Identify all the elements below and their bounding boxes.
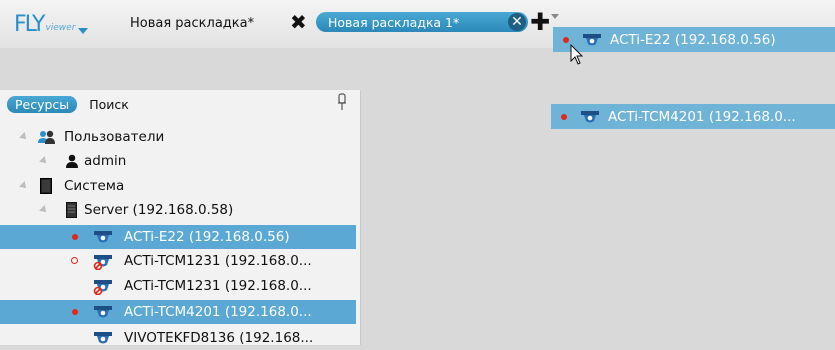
expand-arrow-icon[interactable]: [19, 132, 29, 142]
expand-arrow-icon[interactable]: [19, 181, 29, 191]
tree-item-camera[interactable]: ACTi-TCM1231 (192.168.0...: [0, 274, 356, 298]
tree-item-camera[interactable]: ACTi-E22 (192.168.0.56): [0, 225, 356, 249]
tab-resources[interactable]: Ресурсы: [7, 95, 78, 113]
drag-item[interactable]: ACTi-TCM4201 (192.168.0...: [551, 104, 835, 129]
tree-item-users[interactable]: Пользователи: [0, 125, 356, 149]
drag-item[interactable]: ACTi-E22 (192.168.0.56): [553, 27, 835, 52]
drag-item-label: ACTi-E22 (192.168.0.56): [610, 31, 776, 48]
tree-item-camera[interactable]: ACTi-TCM1231 (192.168.0...: [0, 249, 356, 273]
tree-item-camera[interactable]: VIVOTEKFD8136 (192.168...: [0, 326, 356, 350]
expand-arrow-icon[interactable]: [39, 205, 49, 215]
tree-item-admin[interactable]: admin: [0, 149, 356, 173]
tree-item-label: ACTi-TCM1231 (192.168.0...: [124, 253, 312, 269]
tab-search[interactable]: Поиск: [89, 97, 129, 112]
tree-item-camera[interactable]: ACTi-TCM4201 (192.168.0...: [0, 300, 356, 324]
mouse-cursor-icon: [570, 44, 584, 65]
recording-indicator: [563, 36, 569, 43]
user-icon: [66, 154, 78, 168]
logo-text: FLY: [14, 12, 45, 37]
tab-label: Новая раскладка 1*: [328, 14, 460, 30]
logo-subtext: viewer: [45, 23, 76, 33]
camera-offline-icon: [93, 255, 112, 270]
pin-icon[interactable]: [337, 93, 347, 111]
tree-item-label: Пользователи: [64, 129, 165, 145]
recording-indicator: [72, 309, 78, 315]
camera-icon: [94, 332, 112, 344]
chevron-down-icon[interactable]: [78, 28, 89, 34]
tree-item-label: VIVOTEKFD8136 (192.168...: [124, 330, 314, 346]
chevron-down-icon[interactable]: [551, 14, 559, 19]
tab-layout-2[interactable]: Новая раскладка 1* ✕: [316, 12, 528, 32]
tree-item-label: ACTi-E22 (192.168.0.56): [124, 229, 290, 245]
close-icon[interactable]: ✕: [508, 13, 526, 31]
tree-item-label: Server (192.168.0.58): [84, 202, 234, 218]
recording-indicator: [72, 234, 78, 240]
camera-icon: [94, 231, 112, 243]
tree-item-system[interactable]: Система: [0, 174, 356, 198]
tree-item-label: ACTi-TCM4201 (192.168.0...: [124, 304, 312, 320]
app-logo[interactable]: FLY viewer: [14, 10, 89, 37]
camera-offline-icon: [93, 280, 112, 295]
status-ring-indicator: [71, 257, 78, 264]
tree-item-server[interactable]: Server (192.168.0.58): [0, 198, 356, 222]
camera-icon: [583, 33, 601, 45]
recording-indicator: [561, 113, 567, 120]
tree-item-label: admin: [84, 153, 127, 169]
tab-layout-1[interactable]: Новая раскладка*: [130, 16, 254, 31]
close-icon[interactable]: ✖: [290, 12, 307, 32]
resources-panel: Ресурсы Поиск Пользователи admin Система…: [0, 90, 361, 346]
system-icon: [40, 178, 52, 194]
tree-item-label: Система: [64, 178, 125, 194]
add-tab-icon[interactable]: ✚: [530, 10, 550, 34]
panel-tabs: Ресурсы Поиск: [7, 95, 129, 113]
tree-item-label: ACTi-TCM1231 (192.168.0...: [124, 278, 312, 294]
camera-icon: [581, 110, 599, 122]
expand-arrow-icon: [39, 156, 49, 166]
camera-icon: [94, 306, 112, 318]
users-icon: [38, 130, 55, 144]
server-icon: [66, 202, 77, 218]
drag-item-label: ACTi-TCM4201 (192.168.0...: [608, 108, 796, 125]
